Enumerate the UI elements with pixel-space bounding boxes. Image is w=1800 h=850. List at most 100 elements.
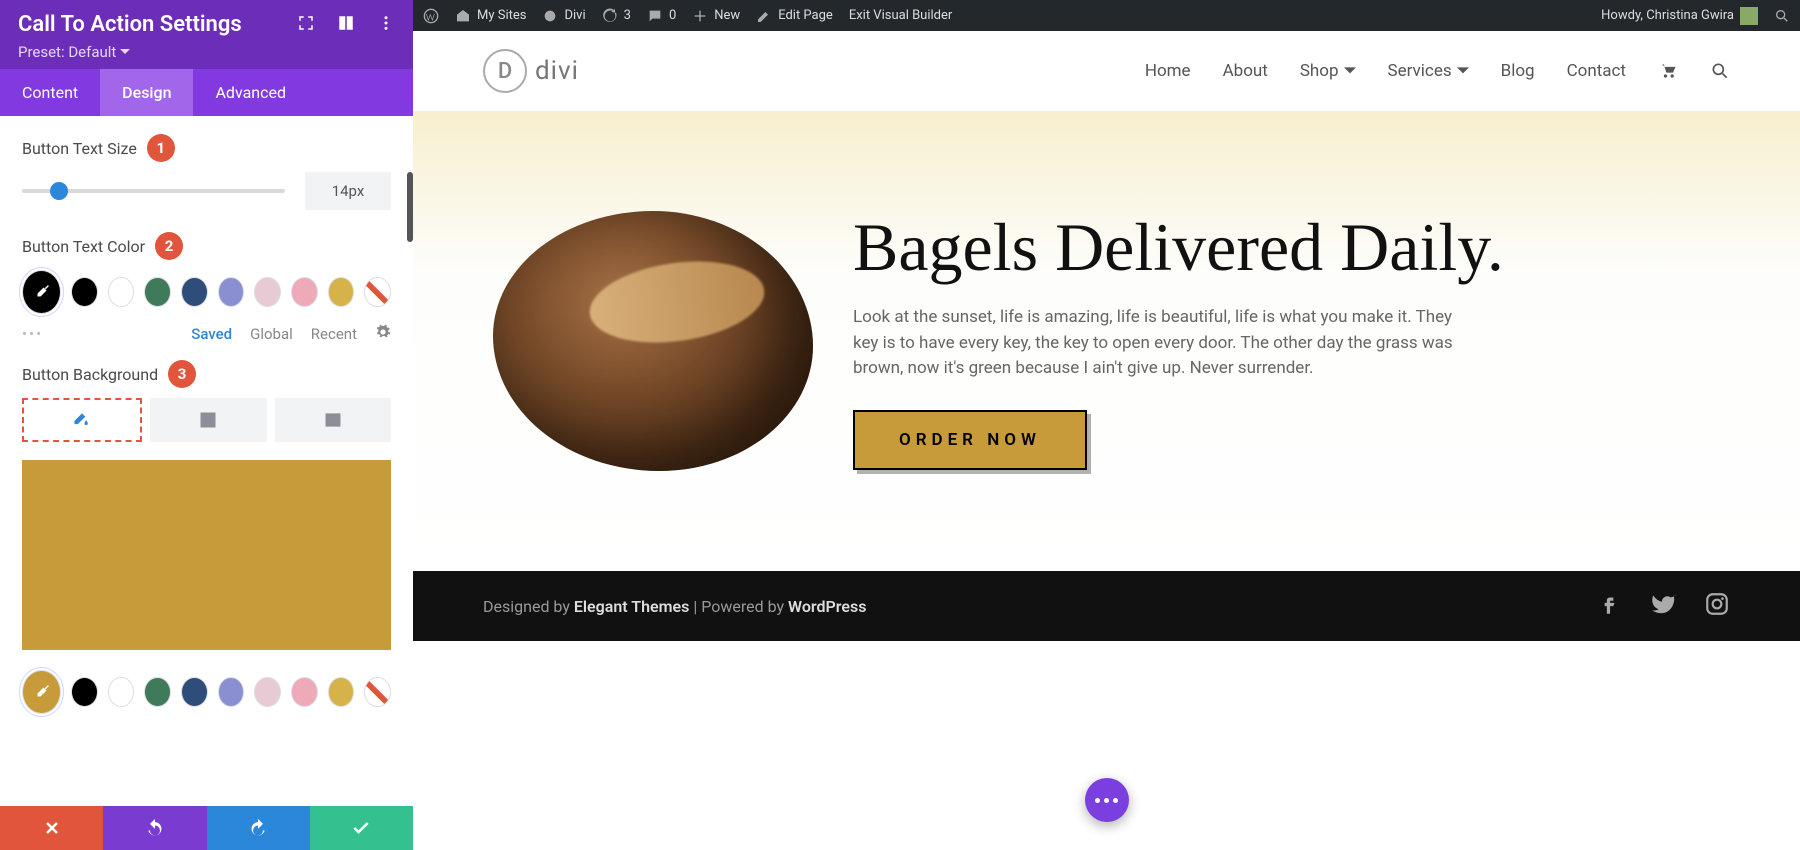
- tab-design[interactable]: Design: [100, 69, 193, 116]
- wp-howdy[interactable]: Howdy, Christina Gwira: [1601, 7, 1758, 25]
- nav-about[interactable]: About: [1223, 61, 1268, 81]
- palette-gear-icon[interactable]: [375, 324, 391, 344]
- nav-blog[interactable]: Blog: [1501, 61, 1535, 81]
- footer-credit: Designed by Elegant Themes | Powered by …: [483, 597, 866, 616]
- preset-dropdown[interactable]: Preset: Default: [18, 43, 395, 61]
- palette-tab-global[interactable]: Global: [250, 325, 293, 343]
- cancel-button[interactable]: [0, 806, 103, 850]
- undo-button[interactable]: [103, 806, 206, 850]
- preview-area: My Sites Divi 3 0 New Edit Page Exit Vis…: [413, 0, 1800, 850]
- hero-text: Bagels Delivered Daily. Look at the suns…: [853, 212, 1504, 470]
- logo-mark: D: [483, 49, 527, 93]
- bg-swatch-gold[interactable]: [328, 677, 355, 707]
- bg-swatch-green[interactable]: [144, 677, 171, 707]
- instagram-icon[interactable]: [1704, 591, 1730, 621]
- wp-updates[interactable]: 3: [602, 8, 631, 24]
- palette-tab-saved[interactable]: Saved: [191, 325, 232, 343]
- search-icon[interactable]: [1710, 61, 1730, 81]
- facebook-icon[interactable]: [1596, 591, 1622, 621]
- footer-link-et[interactable]: Elegant Themes: [574, 597, 690, 616]
- hero-image: [493, 211, 813, 471]
- palette-tab-recent[interactable]: Recent: [311, 325, 357, 343]
- hero-section: Bagels Delivered Daily. Look at the suns…: [413, 111, 1800, 571]
- callout-1: 1: [147, 134, 175, 162]
- button-text-color-label: Button Text Color 2: [22, 232, 391, 260]
- button-background-label: Button Background 3: [22, 360, 391, 388]
- bg-tab-image[interactable]: [275, 398, 391, 442]
- callout-2: 2: [155, 232, 183, 260]
- more-icon[interactable]: [377, 14, 395, 36]
- swatch-pink[interactable]: [291, 277, 318, 307]
- hero-body: Look at the sunset, life is amazing, lif…: [853, 305, 1463, 382]
- site-logo[interactable]: D divi: [483, 49, 579, 93]
- expand-icon[interactable]: [297, 14, 315, 36]
- more-dots-icon[interactable]: •••: [22, 325, 43, 343]
- cart-icon[interactable]: [1658, 61, 1678, 81]
- swatch-black[interactable]: [71, 277, 98, 307]
- swatch-periwinkle[interactable]: [218, 277, 245, 307]
- wp-search-icon[interactable]: [1774, 8, 1790, 24]
- bg-swatch-pink[interactable]: [291, 677, 318, 707]
- bg-swatch-white[interactable]: [108, 677, 135, 707]
- bg-tab-color[interactable]: [22, 398, 142, 442]
- button-text-size-control: 14px: [22, 172, 391, 210]
- wp-comments[interactable]: 0: [647, 8, 676, 24]
- hero-title: Bagels Delivered Daily.: [853, 212, 1504, 283]
- settings-panel: Call To Action Settings Preset: Default …: [0, 0, 413, 850]
- swatch-gold[interactable]: [328, 277, 355, 307]
- save-button[interactable]: [310, 806, 413, 850]
- chevron-down-icon: [1457, 65, 1469, 77]
- builder-fab[interactable]: [1085, 778, 1129, 822]
- site-header: D divi Home About Shop Services Blog Con…: [413, 31, 1800, 111]
- wp-edit-page[interactable]: Edit Page: [756, 8, 833, 24]
- nav-contact[interactable]: Contact: [1567, 61, 1626, 81]
- wp-mysites[interactable]: My Sites: [455, 8, 526, 24]
- nav-home[interactable]: Home: [1145, 61, 1191, 81]
- text-size-input[interactable]: 14px: [305, 172, 391, 210]
- logo-text: divi: [535, 56, 579, 86]
- footer-link-wp[interactable]: WordPress: [788, 597, 866, 616]
- bg-color-swatches: [22, 670, 391, 714]
- twitter-icon[interactable]: [1650, 591, 1676, 621]
- text-size-slider[interactable]: [22, 189, 285, 193]
- callout-3: 3: [168, 360, 196, 388]
- wp-logo-icon[interactable]: [423, 8, 439, 24]
- bg-swatch-lightpink[interactable]: [254, 677, 281, 707]
- preset-label: Preset: Default: [18, 43, 116, 61]
- columns-icon[interactable]: [337, 14, 355, 36]
- wp-new[interactable]: New: [692, 8, 740, 24]
- bg-tab-gradient[interactable]: [150, 398, 266, 442]
- palette-tabs: ••• Saved Global Recent: [22, 324, 391, 344]
- swatch-lightpink[interactable]: [254, 277, 281, 307]
- swatch-navy[interactable]: [181, 277, 208, 307]
- footer-social: [1596, 591, 1730, 621]
- wp-sitename[interactable]: Divi: [542, 8, 585, 24]
- avatar: [1740, 7, 1758, 25]
- bg-swatch-navy[interactable]: [181, 677, 208, 707]
- panel-scrollbar[interactable]: [407, 172, 413, 242]
- nav-services[interactable]: Services: [1388, 61, 1469, 81]
- color-picker-button[interactable]: [22, 270, 61, 314]
- nav-shop[interactable]: Shop: [1300, 61, 1356, 81]
- bg-swatch-periwinkle[interactable]: [218, 677, 245, 707]
- swatch-white[interactable]: [108, 277, 135, 307]
- redo-button[interactable]: [207, 806, 310, 850]
- panel-footer: [0, 806, 413, 850]
- order-now-button[interactable]: ORDER NOW: [853, 410, 1087, 470]
- bg-swatch-reset[interactable]: [364, 677, 391, 707]
- background-color-preview[interactable]: [22, 460, 391, 650]
- wp-admin-bar: My Sites Divi 3 0 New Edit Page Exit Vis…: [413, 0, 1800, 31]
- swatch-green[interactable]: [144, 277, 171, 307]
- bg-swatch-black[interactable]: [71, 677, 98, 707]
- bg-color-picker-button[interactable]: [22, 670, 61, 714]
- background-type-tabs: [22, 398, 391, 442]
- tab-content[interactable]: Content: [0, 69, 100, 116]
- button-text-size-label: Button Text Size 1: [22, 134, 391, 162]
- swatch-reset[interactable]: [364, 277, 391, 307]
- text-color-swatches: [22, 270, 391, 314]
- wp-exit-builder[interactable]: Exit Visual Builder: [849, 8, 952, 23]
- panel-body: Button Text Size 1 14px Button Text Colo…: [0, 116, 413, 806]
- tab-advanced[interactable]: Advanced: [193, 69, 308, 116]
- slider-thumb[interactable]: [50, 182, 68, 200]
- panel-header: Call To Action Settings Preset: Default: [0, 0, 413, 69]
